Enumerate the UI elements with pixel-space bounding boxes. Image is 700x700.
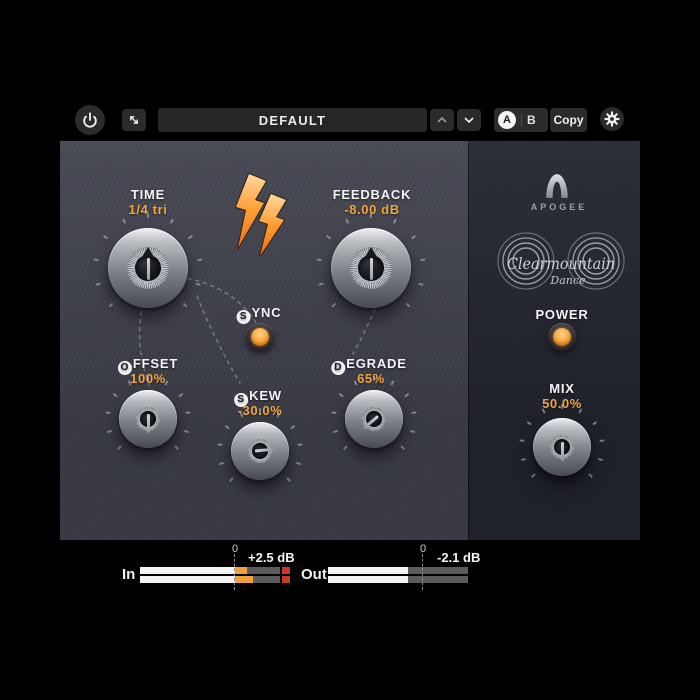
plugin-bypass-button[interactable] [75, 105, 105, 135]
svg-text:Dance: Dance [549, 274, 586, 287]
ab-a-button[interactable]: A [498, 111, 516, 129]
sync-led-button[interactable] [246, 323, 274, 351]
settings-button[interactable] [600, 107, 624, 131]
copy-button[interactable]: Copy [550, 108, 587, 132]
toolbar: DEFAULT A B Copy [0, 0, 700, 141]
power-led-button[interactable] [548, 323, 576, 351]
preset-selector[interactable]: DEFAULT [158, 108, 427, 132]
out-meter-left-channel [328, 567, 468, 574]
clearmountain-dance-logo: Clearmountain Dance [496, 229, 626, 293]
chevron-down-icon [461, 113, 477, 127]
sync-keycap: S [237, 310, 251, 324]
resize-diagonal-icon [126, 112, 142, 128]
mix-knob[interactable] [519, 404, 605, 490]
out-meter-value: -2.1 dB [437, 550, 480, 565]
preset-prev-button[interactable] [430, 109, 454, 131]
out-zero-marker [422, 554, 423, 590]
apogee-logo-icon [543, 172, 571, 200]
preset-name: DEFAULT [259, 113, 326, 128]
power-label: POWER [535, 307, 588, 322]
out-zero-label: 0 [420, 543, 426, 555]
in-zero-marker [234, 554, 235, 590]
power-icon [80, 110, 100, 130]
in-zero-label: 0 [232, 543, 238, 555]
lightning-bolts-icon [232, 172, 296, 256]
chevron-up-icon [434, 113, 450, 127]
main-panel: TIME 1/4 tri FEEDBACK -8.00 dB SYNC OFFS… [60, 141, 468, 540]
plugin-window: DEFAULT A B Copy [0, 0, 700, 700]
apogee-wordmark: APOGEE [531, 202, 588, 212]
ab-compare-group: A B [494, 108, 548, 132]
in-meter-right-channel [140, 576, 290, 583]
in-clip-indicator [282, 576, 290, 583]
gear-icon [604, 111, 620, 127]
sync-label: SYNC [237, 305, 282, 324]
in-meter-value: +2.5 dB [248, 550, 295, 565]
ab-b-button[interactable]: B [527, 113, 536, 127]
resize-button[interactable] [122, 109, 146, 131]
skew-knob[interactable] [217, 408, 303, 494]
offset-knob[interactable] [105, 376, 191, 462]
in-meter [140, 567, 290, 583]
degrade-knob[interactable] [331, 376, 417, 462]
feedback-knob[interactable] [316, 213, 426, 323]
out-meter-right-channel [328, 576, 468, 583]
side-panel: APOGEE Clearmountain Dance POWER MIX 50.… [468, 141, 640, 540]
in-clip-indicator [282, 567, 290, 574]
time-knob[interactable] [93, 213, 203, 323]
in-meter-left-channel [140, 567, 290, 574]
out-meter [328, 567, 468, 583]
out-meter-label: Out [301, 566, 327, 583]
in-meter-label: In [122, 566, 135, 583]
ab-divider [521, 114, 522, 126]
svg-text:Clearmountain: Clearmountain [507, 254, 615, 273]
preset-next-button[interactable] [457, 109, 481, 131]
